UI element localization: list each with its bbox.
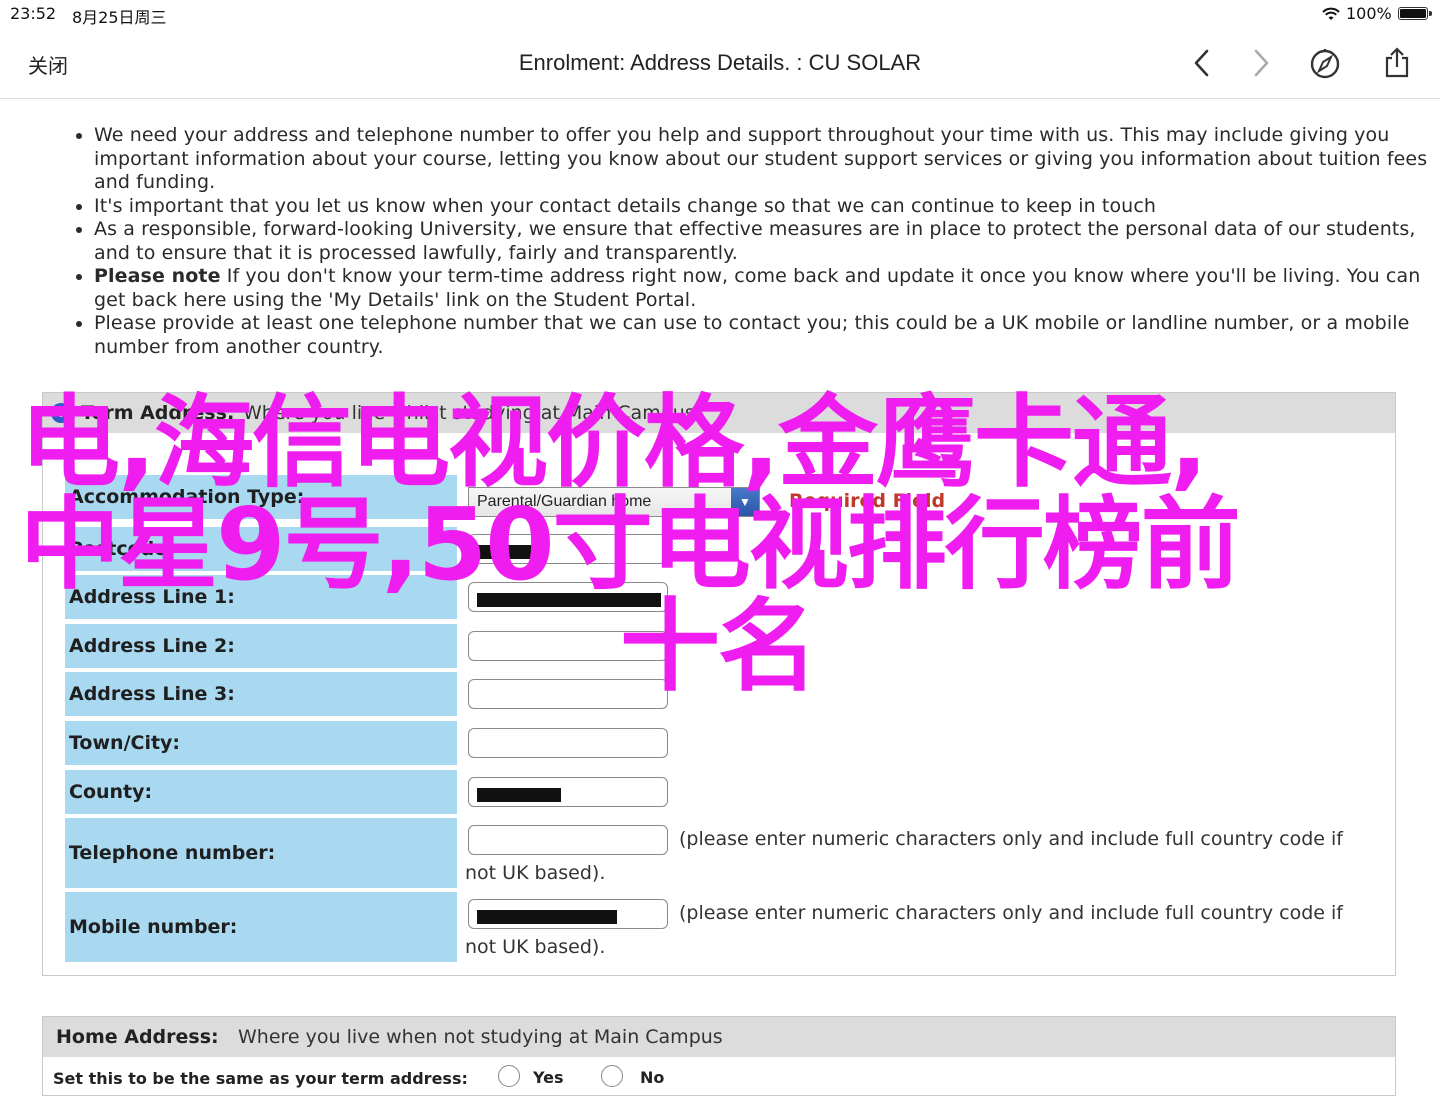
nav-bar: 关闭 Enrolment: Address Details. : CU SOLA…: [0, 28, 1440, 99]
postcode-label: Postcode:: [65, 527, 457, 571]
term-address-header: i Term Address: Where you live whilst st…: [43, 393, 1395, 433]
required-field-text: Required Field: [789, 490, 946, 512]
home-address-header: Home Address: Where you live when not st…: [43, 1017, 1395, 1057]
note-bold: Please note: [94, 265, 221, 287]
telephone-label: Telephone number:: [65, 818, 457, 888]
info-icon: i: [51, 403, 71, 423]
battery-percent: 100%: [1346, 4, 1392, 23]
same-as-term-label: Set this to be the same as your term add…: [53, 1069, 468, 1088]
postcode-input[interactable]: [468, 534, 668, 564]
town-city-input[interactable]: [468, 728, 668, 758]
county-input[interactable]: [468, 777, 668, 807]
mobile-hint-line2: not UK based).: [465, 936, 606, 958]
telephone-hint-line2: not UK based).: [465, 862, 606, 884]
forward-icon[interactable]: [1244, 46, 1278, 80]
address-line-3-label: Address Line 3:: [65, 672, 457, 716]
same-no-radio[interactable]: [601, 1065, 623, 1087]
same-no-label: No: [640, 1068, 665, 1087]
mobile-label: Mobile number:: [65, 892, 457, 962]
home-address-panel: Home Address: Where you live when not st…: [42, 1016, 1396, 1096]
share-icon[interactable]: [1380, 46, 1414, 80]
address-line-3-input[interactable]: [468, 679, 668, 709]
note-item: It's important that you let us know when…: [94, 195, 1439, 219]
redacted-value: [477, 788, 561, 802]
wifi-icon: [1322, 6, 1340, 25]
term-address-label: Term Address:: [81, 402, 235, 424]
telephone-hint-line1: (please enter numeric characters only an…: [679, 828, 1343, 850]
redacted-value: [477, 545, 537, 559]
address-line-2-input[interactable]: [468, 631, 668, 661]
note-item: Please note If you don't know your term-…: [94, 265, 1439, 312]
telephone-input[interactable]: [468, 825, 668, 855]
term-address-panel: i Term Address: Where you live whilst st…: [42, 392, 1396, 976]
battery-icon: [1398, 7, 1432, 20]
close-button[interactable]: 关闭: [28, 50, 68, 79]
county-label: County:: [65, 770, 457, 814]
redacted-value: [477, 910, 617, 924]
same-yes-label: Yes: [533, 1068, 564, 1087]
info-notes-list: We need your address and telephone numbe…: [56, 124, 1439, 359]
status-time: 23:52: [10, 4, 57, 23]
home-address-label: Home Address:: [56, 1026, 219, 1048]
note-item: We need your address and telephone numbe…: [94, 124, 1439, 195]
address-line-1-label: Address Line 1:: [65, 575, 457, 619]
compass-icon[interactable]: [1308, 46, 1342, 80]
mobile-hint-line1: (please enter numeric characters only an…: [679, 902, 1343, 924]
address-line-1-input[interactable]: [468, 582, 668, 612]
accommodation-type-label: Accommodation Type:: [65, 475, 457, 519]
town-city-label: Town/City:: [65, 721, 457, 765]
home-address-description: Where you live when not studying at Main…: [238, 1026, 723, 1048]
note-text: If you don't know your term-time address…: [94, 265, 1421, 311]
page-title: Enrolment: Address Details. : CU SOLAR: [518, 50, 922, 75]
note-item: Please provide at least one telephone nu…: [94, 312, 1439, 359]
redacted-value: [477, 593, 661, 607]
address-line-2-label: Address Line 2:: [65, 624, 457, 668]
status-date: 8月25日周三: [72, 8, 167, 27]
chevron-down-icon: ▼: [731, 488, 759, 516]
note-item: As a responsible, forward-looking Univer…: [94, 218, 1439, 265]
status-bar: 23:52 8月25日周三 100%: [0, 0, 1440, 28]
back-icon[interactable]: [1186, 46, 1220, 80]
term-address-description: Where you live whilst studying at Main C…: [243, 402, 695, 424]
accommodation-type-value: Parental/Guardian home: [477, 493, 652, 510]
accommodation-type-select[interactable]: Parental/Guardian home ▼: [468, 487, 760, 517]
mobile-input[interactable]: [468, 899, 668, 929]
same-yes-radio[interactable]: [498, 1065, 520, 1087]
